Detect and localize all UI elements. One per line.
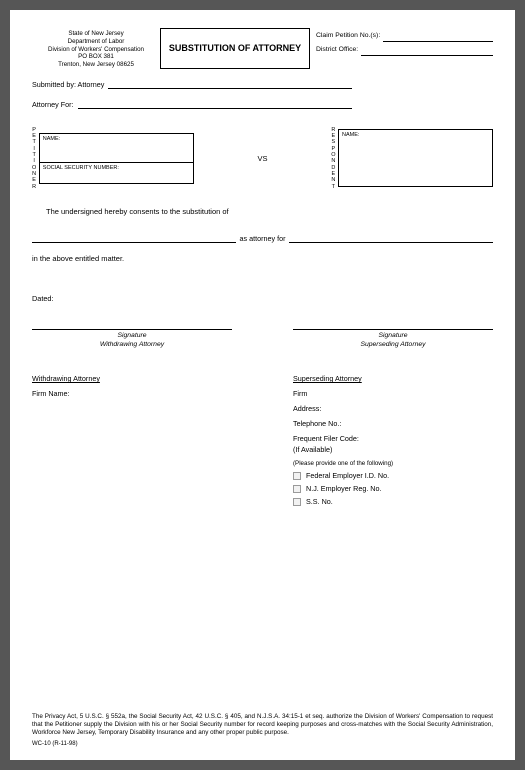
withdrawing-header: Withdrawing Attorney <box>32 374 232 383</box>
new-attorney-input[interactable] <box>32 231 236 243</box>
privacy-act-text: The Privacy Act, 5 U.S.C. § 552a, the So… <box>32 713 493 737</box>
submitted-by-input[interactable] <box>108 79 352 89</box>
submitted-by-row: Submitted by: Attorney <box>32 79 352 89</box>
petitioner-ssn-label[interactable]: SOCIAL SECURITY NUMBER: <box>40 163 193 183</box>
superseding-telephone-label: Telephone No.: <box>293 419 493 428</box>
attorney-info-columns: Withdrawing Attorney Firm Name: Supersed… <box>32 374 493 506</box>
attorney-for-row: Attorney For: <box>32 99 352 109</box>
superseding-address-label: Address: <box>293 404 493 413</box>
fed-employer-id-label: Federal Employer I.D. No. <box>306 471 389 480</box>
sig-role: Withdrawing Attorney <box>32 341 232 350</box>
respondent-name-label[interactable]: NAME: <box>339 130 492 186</box>
petitioner-box: NAME: SOCIAL SECURITY NUMBER: <box>39 133 194 184</box>
ssn-row: S.S. No. <box>293 497 493 506</box>
sig-role: Superseding Attorney <box>293 341 493 350</box>
vs-label: VS <box>257 154 267 163</box>
claim-petition-label: Claim Petition No.(s): <box>316 30 380 42</box>
agency-block: State of New Jersey Department of Labor … <box>32 28 160 69</box>
header-right: Claim Petition No.(s): District Office: <box>310 28 493 69</box>
sig-label: Signature <box>32 332 232 341</box>
dated-label: Dated: <box>32 294 493 303</box>
sig-label: Signature <box>293 332 493 341</box>
provide-one-label: (Please provide one of the following) <box>293 460 493 467</box>
attorney-for-label: Attorney For: <box>32 100 78 109</box>
federal-employer-id-row: Federal Employer I.D. No. <box>293 471 493 480</box>
agency-line: Trenton, New Jersey 08625 <box>32 61 160 69</box>
checkbox-icon[interactable] <box>293 485 301 493</box>
district-office-input[interactable] <box>361 47 493 56</box>
petitioner-name-label[interactable]: NAME: <box>40 134 193 163</box>
nj-employer-reg-row: N.J. Employer Reg. No. <box>293 484 493 493</box>
footer-block: The Privacy Act, 5 U.S.C. § 552a, the So… <box>32 713 493 748</box>
respondent-vertical-label: RESPONDENT <box>331 127 336 190</box>
withdrawing-firm-label: Firm Name: <box>32 389 232 398</box>
superseding-attorney-column: Superseding Attorney Firm Address: Telep… <box>293 374 493 506</box>
parties-row: PETITIONER NAME: SOCIAL SECURITY NUMBER:… <box>32 127 493 190</box>
petitioner-vertical-label: PETITIONER <box>32 127 37 190</box>
agency-line: State of New Jersey <box>32 30 160 38</box>
form-title: SUBSTITUTION OF ATTORNEY <box>160 28 310 69</box>
form-page: State of New Jersey Department of Labor … <box>10 10 515 760</box>
ssn-opt-label: S.S. No. <box>306 497 333 506</box>
superseding-signature[interactable]: Signature Superseding Attorney <box>293 329 493 350</box>
agency-line: PO BOX 381 <box>32 53 160 61</box>
superseding-header: Superseding Attorney <box>293 374 493 383</box>
respondent-box: NAME: <box>338 129 493 187</box>
withdrawing-attorney-column: Withdrawing Attorney Firm Name: <box>32 374 232 506</box>
nj-employer-reg-label: N.J. Employer Reg. No. <box>306 484 382 493</box>
in-above-text: in the above entitled matter. <box>32 253 493 264</box>
consent-text: The undersigned hereby consents to the s… <box>32 206 493 217</box>
petitioner-block: PETITIONER NAME: SOCIAL SECURITY NUMBER: <box>32 127 194 190</box>
withdrawing-signature[interactable]: Signature Withdrawing Attorney <box>32 329 232 350</box>
submitted-by-label: Submitted by: Attorney <box>32 80 108 89</box>
as-attorney-for-label: as attorney for <box>236 234 290 243</box>
district-office-label: District Office: <box>316 44 358 56</box>
superseding-ffc-label: Frequent Filer Code: <box>293 434 493 443</box>
agency-line: Department of Labor <box>32 38 160 46</box>
superseding-firm-label: Firm <box>293 389 493 398</box>
signatures-row: Signature Withdrawing Attorney Signature… <box>32 329 493 350</box>
agency-line: Division of Workers' Compensation <box>32 46 160 54</box>
respondent-block: RESPONDENT NAME: <box>331 127 493 190</box>
checkbox-icon[interactable] <box>293 498 301 506</box>
substitution-line: as attorney for <box>32 231 493 243</box>
checkbox-icon[interactable] <box>293 472 301 480</box>
header-row: State of New Jersey Department of Labor … <box>32 28 493 69</box>
form-number: WC-10 (R-11-98) <box>32 741 493 749</box>
party-represented-input[interactable] <box>289 231 493 243</box>
attorney-for-input[interactable] <box>78 99 352 109</box>
claim-petition-input[interactable] <box>383 33 493 42</box>
superseding-ffc-sub: (If Available) <box>293 445 493 454</box>
